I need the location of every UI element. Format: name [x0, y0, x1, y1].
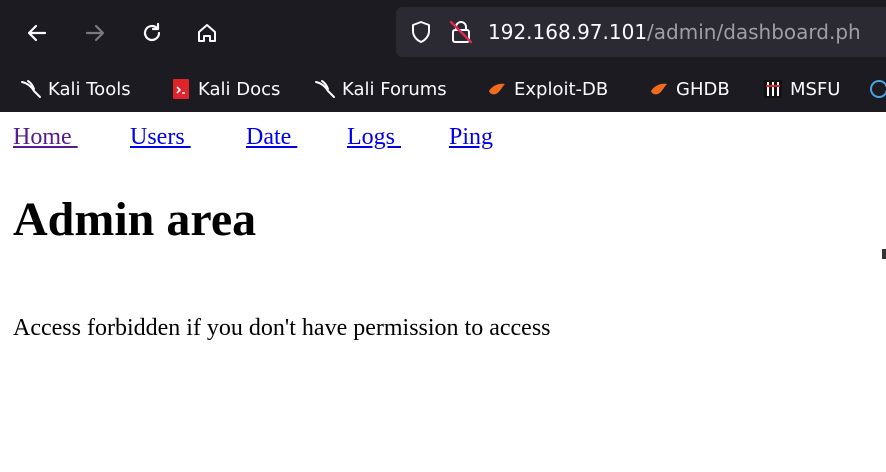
- page-title: Admin area: [13, 193, 257, 246]
- arrow-right-icon: [85, 24, 105, 42]
- url-text[interactable]: 192.168.97.101/admin/dashboard.ph: [488, 19, 861, 45]
- forward-button[interactable]: [80, 18, 110, 48]
- bookmark-ghdb[interactable]: GHDB: [648, 76, 730, 102]
- nav-link-ping[interactable]: Ping: [449, 124, 493, 151]
- bookmark-label: GHDB: [676, 78, 730, 100]
- back-button[interactable]: [22, 18, 52, 48]
- home-button[interactable]: [192, 18, 222, 48]
- bookmark-label: Kali Tools: [48, 78, 131, 100]
- bookmarks-toolbar: Kali Tools Kali Docs Kali Forums Exploit…: [0, 66, 886, 112]
- msfu-icon: [762, 78, 784, 100]
- kali-docs-icon: [170, 78, 192, 100]
- bookmark-overflow[interactable]: [868, 76, 886, 102]
- bookmark-kali-tools[interactable]: Kali Tools: [20, 76, 131, 102]
- globe-icon: [868, 78, 886, 100]
- url-bar[interactable]: 192.168.97.101/admin/dashboard.ph: [396, 7, 886, 57]
- url-path: /admin/dashboard.ph: [647, 20, 861, 44]
- bookmark-exploit-db[interactable]: Exploit-DB: [486, 76, 608, 102]
- kali-dragon-icon: [314, 78, 336, 100]
- nav-link-users[interactable]: Users: [130, 124, 191, 151]
- bookmark-msfu[interactable]: MSFU: [762, 76, 840, 102]
- kali-dragon-icon: [20, 78, 42, 100]
- insecure-lock-icon: [449, 20, 473, 44]
- reload-icon: [143, 22, 161, 42]
- tracking-shield-icon: [412, 21, 430, 43]
- arrow-left-icon: [27, 24, 47, 42]
- reload-button[interactable]: [137, 18, 167, 48]
- ghdb-icon: [648, 78, 670, 100]
- scrollbar-marker: [882, 249, 886, 259]
- bookmark-kali-forums[interactable]: Kali Forums: [314, 76, 447, 102]
- nav-link-logs[interactable]: Logs: [347, 124, 401, 151]
- nav-link-date[interactable]: Date: [246, 124, 297, 151]
- nav-link-home[interactable]: Home: [13, 124, 78, 151]
- url-host: 192.168.97.101: [488, 20, 648, 44]
- browser-chrome: 192.168.97.101/admin/dashboard.ph Kali T…: [0, 0, 886, 112]
- exploit-db-icon: [486, 78, 508, 100]
- bookmark-kali-docs[interactable]: Kali Docs: [170, 76, 280, 102]
- bookmark-label: Kali Docs: [198, 78, 281, 100]
- access-message: Access forbidden if you don't have permi…: [13, 315, 551, 341]
- browser-toolbar: 192.168.97.101/admin/dashboard.ph: [0, 0, 886, 66]
- bookmark-label: Kali Forums: [342, 78, 447, 100]
- bookmark-label: MSFU: [790, 78, 841, 100]
- bookmark-label: Exploit-DB: [514, 78, 609, 100]
- home-icon: [198, 24, 216, 42]
